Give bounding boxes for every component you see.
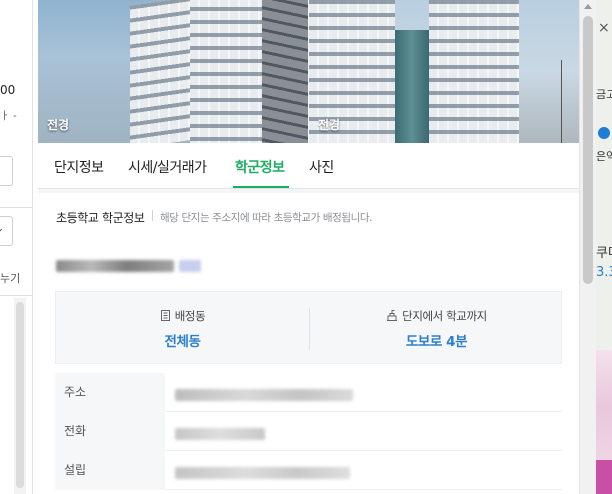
complex-detail-panel: 전경 전경 단지정보 시세/실거래가 학군정보 사진 초등학교 학군정보 해당 …: [38, 0, 579, 494]
price-fragment: 00: [0, 83, 16, 97]
founded-value-blurred: [175, 464, 350, 483]
map-price-label: 3.3: [596, 265, 612, 280]
school-detail-table: 주소 전화 설립: [55, 373, 562, 490]
active-tab-indicator: [233, 186, 289, 188]
map-road: [596, 460, 612, 494]
divider: [0, 295, 32, 296]
row-label-phone: 전화: [55, 412, 165, 451]
assignment-value: 전체동: [164, 334, 201, 350]
left-dropdown[interactable]: [0, 216, 13, 246]
left-input-field[interactable]: [0, 156, 13, 186]
divider: [152, 210, 153, 221]
assignment-label: 배정동: [174, 309, 206, 323]
walking-distance: 단지에서 학교까지 도보로 4분: [310, 292, 563, 365]
left-panel: 00 ㅏ - 누기: [0, 0, 33, 494]
tab-photos[interactable]: 사진: [309, 157, 334, 177]
detail-tabs: 단지정보 시세/실거래가 학군정보 사진: [38, 143, 579, 189]
phone-value-blurred: [175, 425, 265, 444]
building-image: [190, 0, 262, 143]
divider: [0, 207, 32, 208]
section-title: 초등학교 학군정보: [56, 211, 145, 225]
distance-label: 단지에서 학교까지: [402, 309, 487, 323]
row-label-founded: 설립: [55, 451, 165, 490]
redacted-text: [56, 260, 174, 272]
section-description: 해당 단지는 주소지에 따라 초등학교가 배정됩니다.: [160, 212, 373, 224]
redacted-text: [179, 260, 202, 272]
assignment-info-box: 배정동 전체동 단지에서 학교까지 도보로 4분: [55, 291, 562, 364]
scroll-thumb[interactable]: [583, 16, 593, 284]
scroll-thumb[interactable]: [16, 302, 24, 488]
photo-caption: 전경: [318, 118, 341, 132]
utility-pole: [561, 60, 562, 143]
table-row: 설립: [55, 451, 562, 490]
bottom-fragment: 누기: [0, 272, 21, 285]
note-fragment: ㅏ -: [0, 110, 17, 122]
map-label: 쿠머: [596, 246, 612, 261]
scroll-up-icon[interactable]: [584, 4, 592, 9]
tab-complex-info[interactable]: 단지정보: [54, 157, 104, 177]
complex-photo[interactable]: 전경: [38, 0, 308, 143]
building-icon: [160, 310, 170, 321]
building-image: [429, 0, 519, 143]
chevron-down-icon: [0, 225, 3, 234]
photo-strip: 전경 전경: [38, 0, 579, 143]
photo-caption: 전경: [47, 118, 70, 132]
map-marker-icon: [598, 127, 610, 139]
map-area[interactable]: × 금고 은역 쿠머 3.3: [596, 0, 612, 494]
school-info-section: 초등학교 학군정보 해당 단지는 주소지에 따라 초등학교가 배정됩니다. 배정…: [38, 193, 579, 494]
building-image: [262, 0, 308, 143]
tab-school-info[interactable]: 학군정보: [235, 157, 285, 177]
assigned-buildings: 배정동 전체동: [56, 292, 309, 365]
left-scrollbar[interactable]: [14, 298, 26, 494]
distance-value: 도보로 4분: [405, 334, 468, 350]
close-icon[interactable]: ×: [598, 20, 610, 36]
complex-photo[interactable]: 전경: [309, 0, 579, 143]
table-row: 주소: [55, 373, 562, 412]
row-label-address: 주소: [55, 373, 165, 412]
school-icon: [387, 310, 398, 321]
map-label: 은역: [596, 150, 612, 163]
tab-price-transactions[interactable]: 시세/실거래가: [128, 157, 207, 177]
school-name-blurred: [56, 257, 216, 273]
panel-scrollbar[interactable]: [579, 0, 596, 494]
map-label: 금고: [596, 88, 612, 101]
table-row: 전화: [55, 412, 562, 451]
address-value-blurred: [175, 386, 353, 405]
building-image: [395, 30, 429, 143]
